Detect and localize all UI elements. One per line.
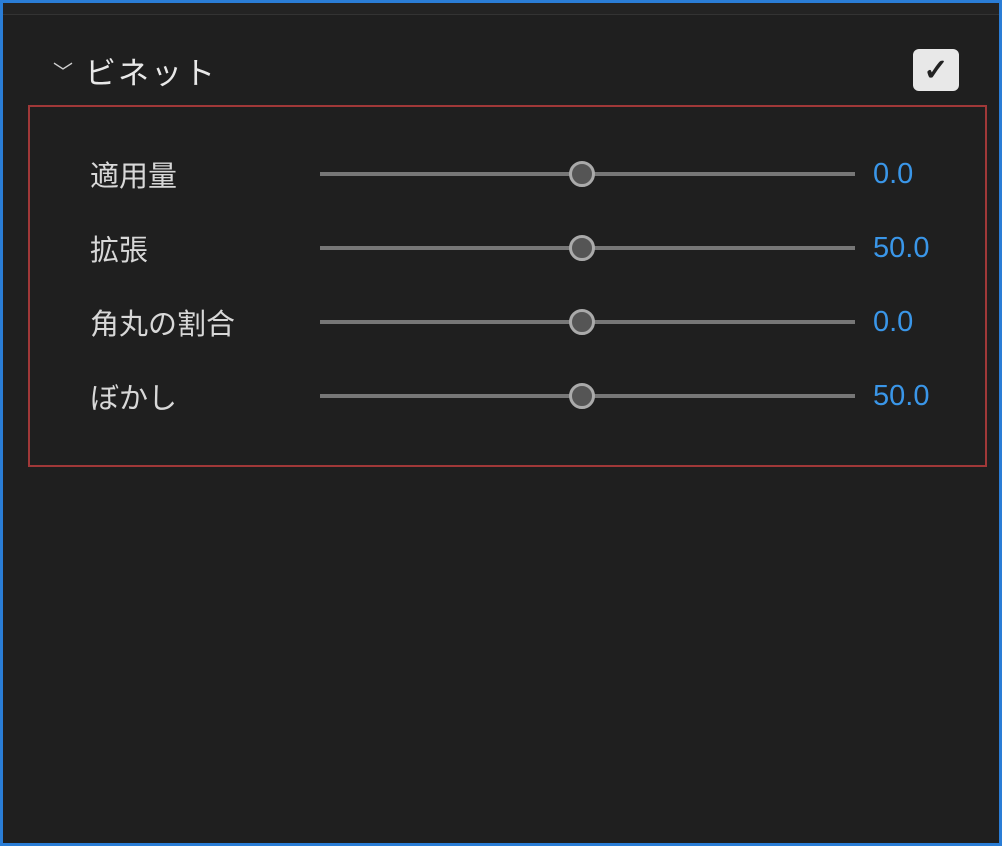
slider-value-input[interactable]: 0.0 [855, 158, 955, 191]
section-header: ﹀ ビネット ✓ [53, 45, 959, 95]
slider-value-input[interactable]: 50.0 [855, 232, 955, 265]
slider-value-input[interactable]: 50.0 [855, 380, 955, 413]
slider-row-feather: ぼかし 50.0 [90, 359, 955, 433]
slider-feather[interactable] [320, 381, 855, 411]
header-left-group[interactable]: ﹀ ビネット [53, 48, 217, 93]
chevron-down-icon[interactable]: ﹀ [53, 56, 73, 85]
slider-label: 拡張 [90, 227, 320, 269]
slider-row-roundness: 角丸の割合 0.0 [90, 285, 955, 359]
slider-thumb[interactable] [569, 383, 595, 409]
vignette-panel: ﹀ ビネット ✓ 適用量 0.0 拡張 50.0 角丸の割合 [0, 0, 1002, 846]
slider-label: 角丸の割合 [90, 301, 320, 343]
enable-checkbox[interactable]: ✓ [913, 49, 959, 91]
slider-row-amount: 適用量 0.0 [90, 137, 955, 211]
slider-row-midpoint: 拡張 50.0 [90, 211, 955, 285]
slider-label: 適用量 [90, 153, 320, 195]
slider-roundness[interactable] [320, 307, 855, 337]
section-title: ビネット [85, 48, 217, 93]
slider-label: ぼかし [90, 375, 320, 417]
slider-thumb[interactable] [569, 235, 595, 261]
slider-thumb[interactable] [569, 161, 595, 187]
slider-value-input[interactable]: 0.0 [855, 306, 955, 339]
slider-amount[interactable] [320, 159, 855, 189]
slider-midpoint[interactable] [320, 233, 855, 263]
slider-thumb[interactable] [569, 309, 595, 335]
panel-top-divider [3, 3, 999, 15]
sliders-group-selection: 適用量 0.0 拡張 50.0 角丸の割合 0.0 ぼかし [28, 105, 987, 467]
checkmark-icon: ✓ [923, 53, 948, 88]
